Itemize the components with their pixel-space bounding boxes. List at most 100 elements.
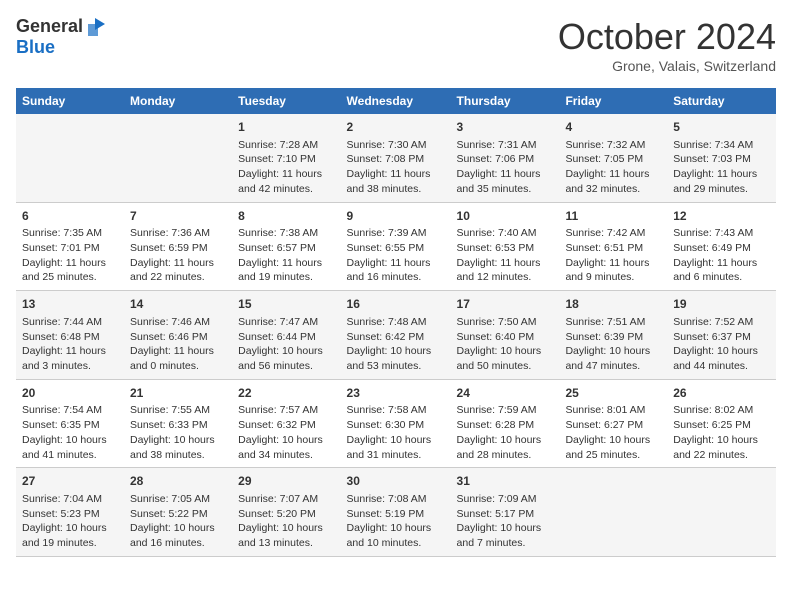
calendar-header-row: SundayMondayTuesdayWednesdayThursdayFrid… (16, 88, 776, 114)
week-row-5: 27 Sunrise: 7:04 AMSunset: 5:23 PMDayligh… (16, 468, 776, 557)
column-header-saturday: Saturday (667, 88, 776, 114)
calendar-cell: 16 Sunrise: 7:48 AMSunset: 6:42 PMDayligh… (341, 291, 451, 380)
day-info: Sunrise: 7:09 AMSunset: 5:17 PMDaylight:… (457, 492, 554, 551)
column-header-wednesday: Wednesday (341, 88, 451, 114)
day-number: 28 (130, 473, 226, 490)
day-number: 6 (22, 208, 118, 225)
day-info: Sunrise: 7:57 AMSunset: 6:32 PMDaylight:… (238, 403, 334, 462)
calendar-cell: 28 Sunrise: 7:05 AMSunset: 5:22 PMDayligh… (124, 468, 232, 557)
day-number: 1 (238, 119, 334, 136)
calendar-cell: 20Sunrise: 7:54 AMSunset: 6:35 PMDayligh… (16, 379, 124, 468)
day-info: Sunrise: 7:07 AMSunset: 5:20 PMDaylight:… (238, 492, 334, 551)
day-number: 16 (347, 296, 445, 313)
calendar-cell: 17 Sunrise: 7:50 AMSunset: 6:40 PMDayligh… (451, 291, 560, 380)
day-number: 4 (565, 119, 661, 136)
calendar-cell: 21Sunrise: 7:55 AMSunset: 6:33 PMDayligh… (124, 379, 232, 468)
calendar-table: SundayMondayTuesdayWednesdayThursdayFrid… (16, 88, 776, 557)
day-number: 27 (22, 473, 118, 490)
calendar-cell: 15 Sunrise: 7:47 AMSunset: 6:44 PMDayligh… (232, 291, 340, 380)
day-number: 21 (130, 385, 226, 402)
day-info: Sunrise: 7:05 AMSunset: 5:22 PMDaylight:… (130, 492, 226, 551)
day-info: Sunrise: 8:01 AMSunset: 6:27 PMDaylight:… (565, 403, 661, 462)
calendar-cell: 4 Sunrise: 7:32 AMSunset: 7:05 PMDaylight… (559, 114, 667, 202)
day-info: Sunrise: 7:42 AMSunset: 6:51 PMDaylight:… (565, 226, 661, 285)
week-row-3: 13 Sunrise: 7:44 AMSunset: 6:48 PMDayligh… (16, 291, 776, 380)
title-block: October 2024 Grone, Valais, Switzerland (558, 16, 776, 74)
logo-blue: Blue (16, 37, 55, 57)
day-info: Sunrise: 7:35 AMSunset: 7:01 PMDaylight:… (22, 226, 118, 285)
week-row-1: 1 Sunrise: 7:28 AMSunset: 7:10 PMDaylight… (16, 114, 776, 202)
calendar-cell: 11Sunrise: 7:42 AMSunset: 6:51 PMDayligh… (559, 202, 667, 291)
day-info: Sunrise: 7:40 AMSunset: 6:53 PMDaylight:… (457, 226, 554, 285)
day-number: 7 (130, 208, 226, 225)
day-info: Sunrise: 7:32 AMSunset: 7:05 PMDaylight:… (565, 138, 661, 197)
column-header-monday: Monday (124, 88, 232, 114)
location: Grone, Valais, Switzerland (558, 58, 776, 74)
day-number: 24 (457, 385, 554, 402)
day-number: 29 (238, 473, 334, 490)
calendar-cell: 3 Sunrise: 7:31 AMSunset: 7:06 PMDaylight… (451, 114, 560, 202)
calendar-cell: 1 Sunrise: 7:28 AMSunset: 7:10 PMDaylight… (232, 114, 340, 202)
calendar-cell (16, 114, 124, 202)
calendar-cell: 8Sunrise: 7:38 AMSunset: 6:57 PMDaylight… (232, 202, 340, 291)
day-number: 14 (130, 296, 226, 313)
calendar-cell: 22Sunrise: 7:57 AMSunset: 6:32 PMDayligh… (232, 379, 340, 468)
logo: General Blue (16, 16, 107, 58)
week-row-4: 20Sunrise: 7:54 AMSunset: 6:35 PMDayligh… (16, 379, 776, 468)
calendar-cell: 13 Sunrise: 7:44 AMSunset: 6:48 PMDayligh… (16, 291, 124, 380)
day-info: Sunrise: 7:31 AMSunset: 7:06 PMDaylight:… (457, 138, 554, 197)
day-number: 9 (347, 208, 445, 225)
calendar-cell: 18 Sunrise: 7:51 AMSunset: 6:39 PMDayligh… (559, 291, 667, 380)
logo-icon (85, 16, 107, 38)
calendar-cell (559, 468, 667, 557)
day-number: 20 (22, 385, 118, 402)
day-number: 12 (673, 208, 770, 225)
day-number: 13 (22, 296, 118, 313)
day-number: 26 (673, 385, 770, 402)
day-info: Sunrise: 7:39 AMSunset: 6:55 PMDaylight:… (347, 226, 445, 285)
day-info: Sunrise: 8:02 AMSunset: 6:25 PMDaylight:… (673, 403, 770, 462)
day-info: Sunrise: 7:44 AMSunset: 6:48 PMDaylight:… (22, 315, 118, 374)
day-info: Sunrise: 7:47 AMSunset: 6:44 PMDaylight:… (238, 315, 334, 374)
calendar-cell: 23Sunrise: 7:58 AMSunset: 6:30 PMDayligh… (341, 379, 451, 468)
day-number: 8 (238, 208, 334, 225)
day-number: 23 (347, 385, 445, 402)
day-number: 11 (565, 208, 661, 225)
day-info: Sunrise: 7:04 AMSunset: 5:23 PMDaylight:… (22, 492, 118, 551)
day-number: 18 (565, 296, 661, 313)
day-number: 17 (457, 296, 554, 313)
day-number: 3 (457, 119, 554, 136)
calendar-cell: 5Sunrise: 7:34 AMSunset: 7:03 PMDaylight… (667, 114, 776, 202)
day-info: Sunrise: 7:52 AMSunset: 6:37 PMDaylight:… (673, 315, 770, 374)
week-row-2: 6Sunrise: 7:35 AMSunset: 7:01 PMDaylight… (16, 202, 776, 291)
day-info: Sunrise: 7:08 AMSunset: 5:19 PMDaylight:… (347, 492, 445, 551)
day-info: Sunrise: 7:59 AMSunset: 6:28 PMDaylight:… (457, 403, 554, 462)
column-header-tuesday: Tuesday (232, 88, 340, 114)
day-number: 2 (347, 119, 445, 136)
page-header: General Blue October 2024 Grone, Valais,… (16, 16, 776, 74)
day-number: 31 (457, 473, 554, 490)
calendar-cell: 6Sunrise: 7:35 AMSunset: 7:01 PMDaylight… (16, 202, 124, 291)
column-header-thursday: Thursday (451, 88, 560, 114)
calendar-cell: 24Sunrise: 7:59 AMSunset: 6:28 PMDayligh… (451, 379, 560, 468)
day-info: Sunrise: 7:48 AMSunset: 6:42 PMDaylight:… (347, 315, 445, 374)
day-number: 15 (238, 296, 334, 313)
day-info: Sunrise: 7:28 AMSunset: 7:10 PMDaylight:… (238, 138, 334, 197)
day-info: Sunrise: 7:43 AMSunset: 6:49 PMDaylight:… (673, 226, 770, 285)
calendar-cell: 7Sunrise: 7:36 AMSunset: 6:59 PMDaylight… (124, 202, 232, 291)
calendar-cell (124, 114, 232, 202)
day-info: Sunrise: 7:38 AMSunset: 6:57 PMDaylight:… (238, 226, 334, 285)
calendar-cell: 19Sunrise: 7:52 AMSunset: 6:37 PMDayligh… (667, 291, 776, 380)
calendar-cell: 12Sunrise: 7:43 AMSunset: 6:49 PMDayligh… (667, 202, 776, 291)
day-info: Sunrise: 7:51 AMSunset: 6:39 PMDaylight:… (565, 315, 661, 374)
calendar-cell: 27 Sunrise: 7:04 AMSunset: 5:23 PMDayligh… (16, 468, 124, 557)
day-info: Sunrise: 7:50 AMSunset: 6:40 PMDaylight:… (457, 315, 554, 374)
day-info: Sunrise: 7:54 AMSunset: 6:35 PMDaylight:… (22, 403, 118, 462)
calendar-cell: 9Sunrise: 7:39 AMSunset: 6:55 PMDaylight… (341, 202, 451, 291)
calendar-cell: 30Sunrise: 7:08 AMSunset: 5:19 PMDayligh… (341, 468, 451, 557)
calendar-cell: 2Sunrise: 7:30 AMSunset: 7:08 PMDaylight… (341, 114, 451, 202)
day-number: 10 (457, 208, 554, 225)
day-info: Sunrise: 7:36 AMSunset: 6:59 PMDaylight:… (130, 226, 226, 285)
day-number: 22 (238, 385, 334, 402)
day-number: 25 (565, 385, 661, 402)
